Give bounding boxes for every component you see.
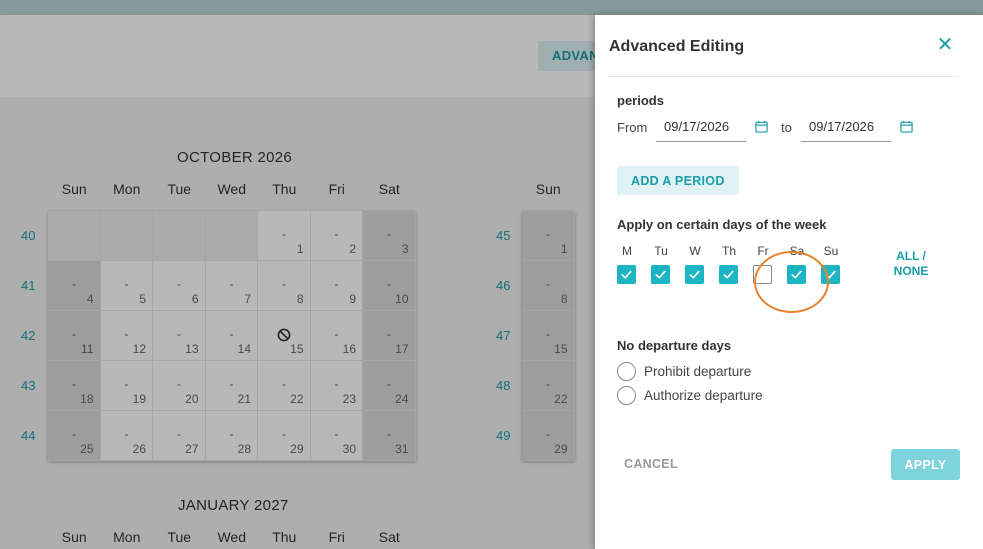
days-of-week-label: Apply on certain days of the week [617,217,827,232]
apply-button[interactable]: APPLY [891,449,960,480]
authorize-departure-radio[interactable] [617,386,636,405]
authorize-departure-option[interactable]: Authorize departure [617,386,763,405]
weekday-label: Su [823,244,839,258]
advanced-editing-drawer: Advanced Editing ✕ periods From to ADD A… [595,15,983,549]
from-date-input[interactable] [656,112,746,142]
weekday-label: Th [721,244,736,258]
check-icon [654,268,667,281]
calendar-icon[interactable] [755,120,768,133]
check-icon [722,268,735,281]
weekday-checkbox[interactable] [685,265,704,284]
weekday-label: Sa [789,244,805,258]
weekday-option: Th [719,244,739,284]
weekday-option: Su [821,244,841,284]
check-icon [824,268,837,281]
add-period-button[interactable]: ADD A PERIOD [617,166,739,195]
weekday-option: M [617,244,637,284]
check-icon [688,268,701,281]
all-none-toggle[interactable]: ALL / NONE [889,249,933,279]
prohibit-departure-radio[interactable] [617,362,636,381]
cancel-button[interactable]: CANCEL [617,451,685,477]
weekday-label: Tu [654,244,668,258]
prohibit-departure-label: Prohibit departure [644,364,752,379]
to-date-input[interactable] [801,112,891,142]
no-departure-label: No departure days [617,338,732,353]
calendar-icon[interactable] [900,120,913,133]
to-label: to [781,120,792,135]
weekday-option: Fr [753,244,773,284]
weekday-checkbox[interactable] [787,265,806,284]
check-icon [620,268,633,281]
from-label: From [617,120,648,135]
weekday-label: Fr [757,244,769,258]
weekday-checkbox[interactable] [753,265,772,284]
weekday-checkbox[interactable] [719,265,738,284]
check-icon [790,268,803,281]
weekday-option: W [685,244,705,284]
authorize-departure-label: Authorize departure [644,388,763,403]
prohibit-departure-option[interactable]: Prohibit departure [617,362,751,381]
weekday-checkbox[interactable] [821,265,840,284]
weekday-label: M [622,244,632,258]
close-icon[interactable]: ✕ [935,35,955,55]
drawer-title: Advanced Editing [609,38,745,55]
drawer-divider [608,76,958,77]
weekday-checkbox[interactable] [651,265,670,284]
weekday-checkbox[interactable] [617,265,636,284]
weekday-option: Tu [651,244,671,284]
periods-label: periods [617,93,664,108]
weekday-label: W [689,244,701,258]
weekday-option: Sa [787,244,807,284]
